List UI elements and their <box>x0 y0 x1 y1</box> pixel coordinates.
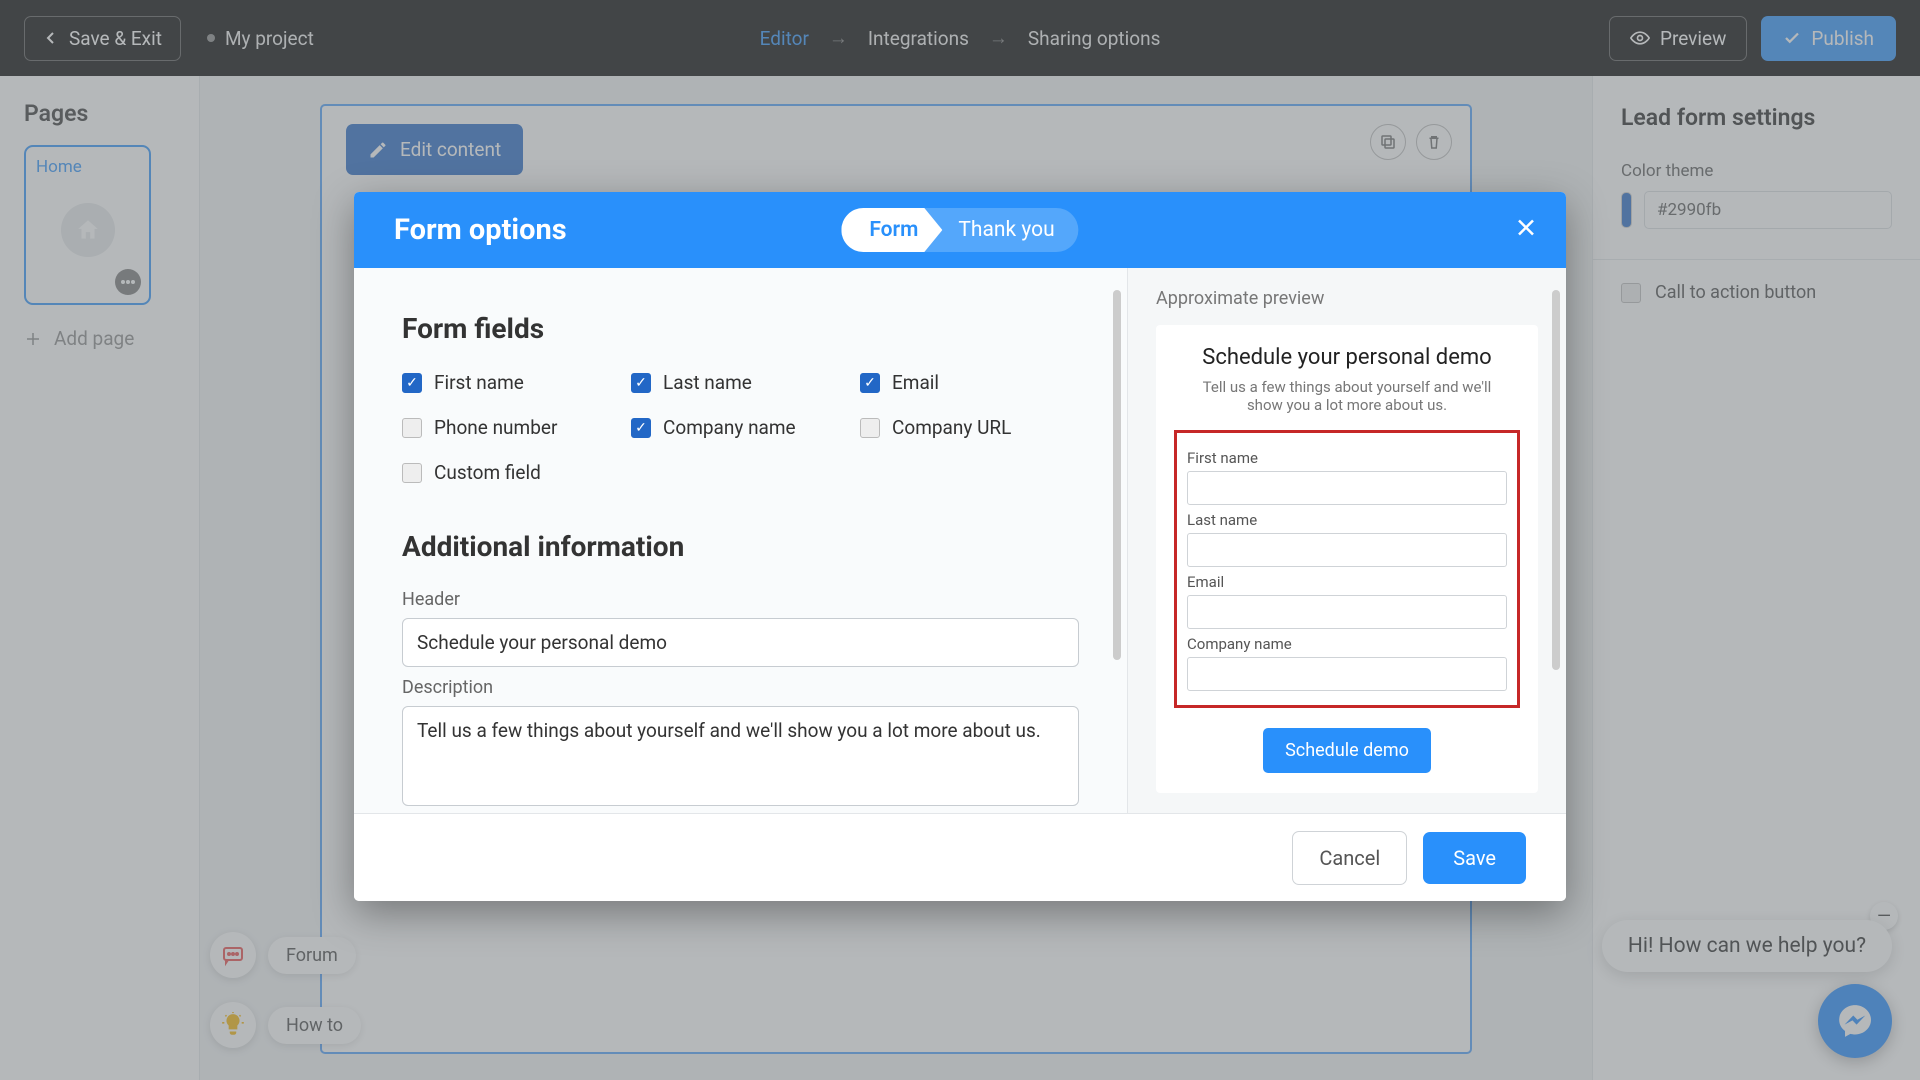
approximate-preview-label: Approximate preview <box>1156 288 1538 309</box>
cancel-button[interactable]: Cancel <box>1292 831 1407 885</box>
tab-form[interactable]: Form <box>841 208 942 252</box>
description-input[interactable]: Tell us a few things about yourself and … <box>402 706 1079 806</box>
preview-subtitle: Tell us a few things about yourself and … <box>1174 378 1520 414</box>
section-form-fields: Form fields <box>402 312 1079 345</box>
section-additional: Additional information <box>402 530 1079 563</box>
close-icon[interactable] <box>1514 214 1538 247</box>
modal-header: Form options Form Thank you <box>354 192 1566 268</box>
modal-tabs: Form Thank you <box>841 208 1078 252</box>
preview-form-highlight: First name Last name Email Company name <box>1174 430 1520 708</box>
preview-field-label: Company name <box>1187 635 1507 653</box>
preview-field-label: Email <box>1187 573 1507 591</box>
field-phone[interactable]: Phone number <box>402 416 621 439</box>
field-email[interactable]: Email <box>860 371 1079 394</box>
preview-field-label: Last name <box>1187 511 1507 529</box>
preview-title: Schedule your personal demo <box>1174 345 1520 370</box>
field-custom[interactable]: Custom field <box>402 461 621 484</box>
preview-submit-button: Schedule demo <box>1263 728 1431 773</box>
field-company-name[interactable]: Company name <box>631 416 850 439</box>
checkbox-icon[interactable] <box>631 373 651 393</box>
scrollbar[interactable] <box>1552 290 1560 670</box>
modal-title: Form options <box>394 213 567 247</box>
header-label: Header <box>402 589 1079 610</box>
checkbox-icon[interactable] <box>402 463 422 483</box>
save-button[interactable]: Save <box>1423 832 1526 884</box>
modal-form-options: Form options Form Thank you Form fields … <box>354 192 1566 901</box>
modal-right-panel: Approximate preview Schedule your person… <box>1127 268 1566 813</box>
preview-input <box>1187 657 1507 691</box>
preview-input <box>1187 471 1507 505</box>
header-input[interactable] <box>402 618 1079 667</box>
modal-footer: Cancel Save <box>354 813 1566 901</box>
preview-input <box>1187 595 1507 629</box>
field-company-url[interactable]: Company URL <box>860 416 1079 439</box>
checkbox-icon[interactable] <box>402 418 422 438</box>
field-last-name[interactable]: Last name <box>631 371 850 394</box>
checkbox-icon[interactable] <box>860 418 880 438</box>
preview-field-label: First name <box>1187 449 1507 467</box>
preview-card: Schedule your personal demo Tell us a fe… <box>1156 325 1538 793</box>
checkbox-icon[interactable] <box>860 373 880 393</box>
description-label: Description <box>402 677 1079 698</box>
preview-input <box>1187 533 1507 567</box>
checkbox-icon[interactable] <box>402 373 422 393</box>
modal-left-panel: Form fields First name Last name Email P… <box>354 268 1127 813</box>
tab-thank-you[interactable]: Thank you <box>922 208 1078 252</box>
field-first-name[interactable]: First name <box>402 371 621 394</box>
scrollbar[interactable] <box>1113 290 1121 660</box>
checkbox-icon[interactable] <box>631 418 651 438</box>
